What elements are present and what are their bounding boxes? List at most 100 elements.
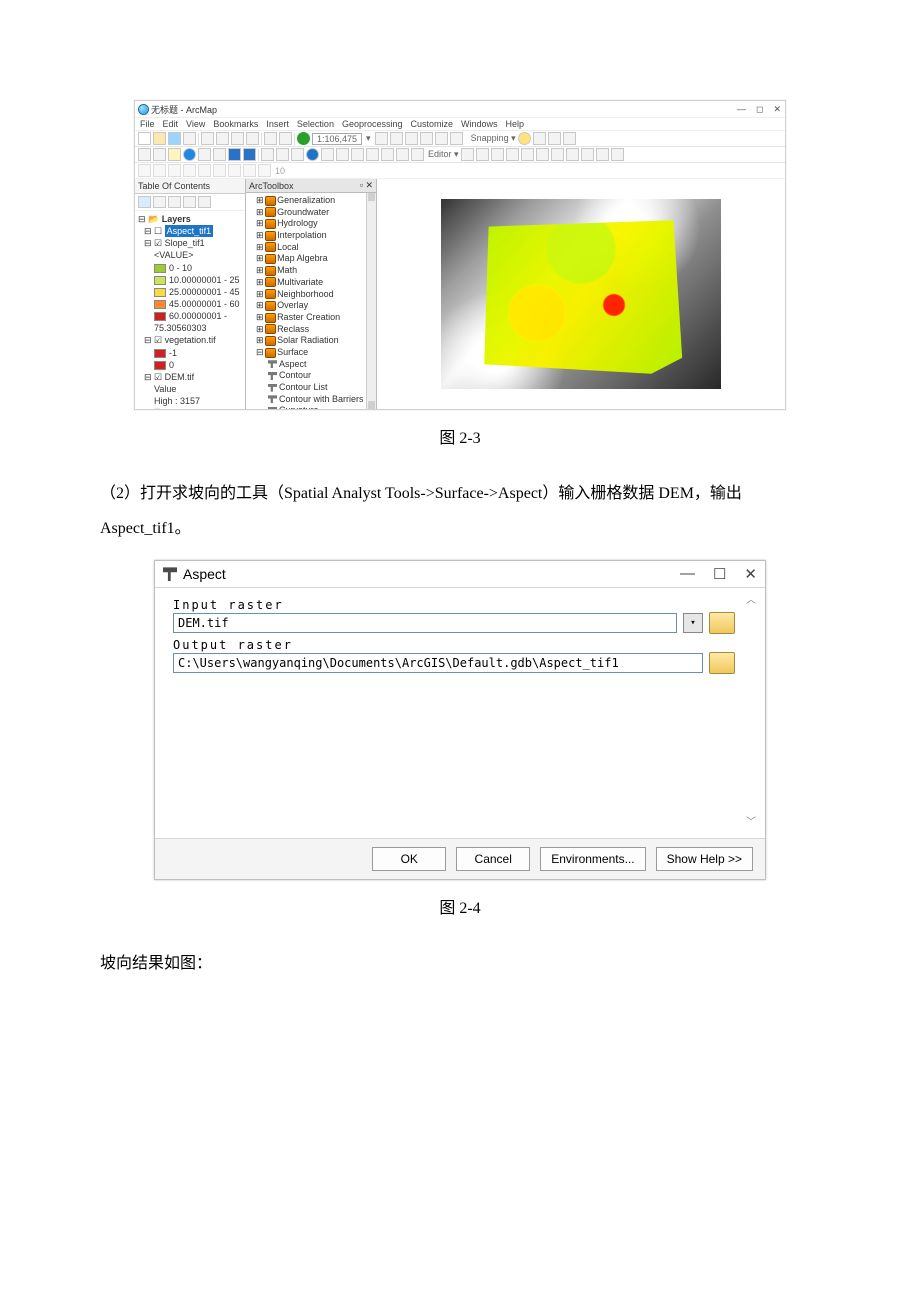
layers-root[interactable]: Layers [162,214,191,224]
html-popup-icon[interactable] [336,148,349,161]
toolset[interactable]: Generalization [277,195,335,205]
layer-vegetation[interactable]: vegetation.tif [165,335,216,345]
menu-selection[interactable]: Selection [296,119,335,129]
select-icon[interactable] [261,148,274,161]
forward-icon[interactable] [243,148,256,161]
goto-xy-icon[interactable] [381,148,394,161]
pointer-icon[interactable] [291,148,304,161]
layer-aspect[interactable]: Aspect_tif1 [165,225,214,237]
menu-edit[interactable]: Edit [162,119,180,129]
cut-icon[interactable] [201,132,214,145]
surface-tool[interactable]: Curvature [279,405,319,409]
identify-icon[interactable] [306,148,319,161]
snap-square-icon[interactable] [533,132,546,145]
environments-button[interactable]: Environments... [540,847,645,871]
zoomin-icon[interactable] [138,148,151,161]
input-raster-field[interactable] [173,613,677,633]
edit-tool-icon[interactable] [461,148,474,161]
scroll-down-icon[interactable]: ﹀ [743,816,759,832]
fixed-zoom-icon[interactable] [198,148,211,161]
edit-tool-icon[interactable] [566,148,579,161]
toolbar-icon[interactable] [258,164,271,177]
back-icon[interactable] [228,148,241,161]
surface-tool[interactable]: Contour [279,370,311,380]
redo-icon[interactable] [279,132,292,145]
maximize-icon[interactable]: ◻ [756,104,763,115]
toolset[interactable]: Local [277,242,299,252]
snap-node-icon[interactable] [548,132,561,145]
toolset[interactable]: Solar Radiation [277,335,339,345]
toolbar-icon[interactable] [390,132,403,145]
ok-button[interactable]: OK [372,847,446,871]
toolset[interactable]: Reclass [277,324,309,334]
pan-icon[interactable] [168,148,181,161]
undo-icon[interactable] [264,132,277,145]
edit-tool-icon[interactable] [506,148,519,161]
options-icon[interactable] [198,196,211,208]
browse-icon[interactable] [709,612,735,634]
toolbar-icon[interactable] [405,132,418,145]
edit-tool-icon[interactable] [491,148,504,161]
toolbar-icon[interactable] [168,164,181,177]
toolbar-icon[interactable] [183,164,196,177]
map-canvas[interactable] [377,179,785,409]
layer-slope[interactable]: Slope_tif1 [165,238,205,248]
edit-tool-icon[interactable] [536,148,549,161]
edit-tool-icon[interactable] [611,148,624,161]
zoomout-icon[interactable] [153,148,166,161]
time-slider-icon[interactable] [396,148,409,161]
snap-edge-icon[interactable] [563,132,576,145]
menu-insert[interactable]: Insert [265,119,290,129]
layer-dem[interactable]: DEM.tif [165,372,195,382]
panel-dock-icon[interactable]: ▫ ✕ [360,180,373,191]
save-icon[interactable] [168,132,181,145]
surface-tool[interactable]: Aspect [279,359,307,369]
hyperlink-icon[interactable] [321,148,334,161]
toolbar-icon[interactable] [450,132,463,145]
toolbar-icon[interactable] [435,132,448,145]
toolbar-icon[interactable] [153,164,166,177]
measure-icon[interactable] [351,148,364,161]
editor-toolbar-icon[interactable] [375,132,388,145]
toolset[interactable]: Multivariate [277,277,323,287]
viewer-icon[interactable] [411,148,424,161]
menu-view[interactable]: View [185,119,206,129]
dropdown-icon[interactable]: ▾ [683,613,703,633]
editor-label[interactable]: Editor ▾ [428,149,459,160]
toolset[interactable]: Math [277,265,297,275]
add-data-icon[interactable] [297,132,310,145]
scrollbar[interactable] [366,193,376,409]
list-by-selection-icon[interactable] [183,196,196,208]
toolset[interactable]: Interpolation [277,230,327,240]
toolset[interactable]: Raster Creation [277,312,340,322]
snap-circle-icon[interactable] [518,132,531,145]
toolset[interactable]: Hydrology [277,218,318,228]
list-by-visibility-icon[interactable] [168,196,181,208]
paste-icon[interactable] [231,132,244,145]
find-icon[interactable] [366,148,379,161]
fixed-zoom-icon[interactable] [213,148,226,161]
open-icon[interactable] [153,132,166,145]
close-icon[interactable]: ✕ [773,104,781,115]
edit-tool-icon[interactable] [521,148,534,161]
toolbar-icon[interactable] [138,164,151,177]
snapping-label[interactable]: Snapping ▾ [471,133,516,144]
toolset[interactable]: Map Algebra [277,253,328,263]
toc-tree[interactable]: ⊟ 📂 Layers ⊟ ☐ Aspect_tif1 ⊟ ☑ Slope_tif… [135,211,245,409]
menu-windows[interactable]: Windows [460,119,499,129]
delete-icon[interactable] [246,132,259,145]
clear-select-icon[interactable] [276,148,289,161]
new-icon[interactable] [138,132,151,145]
toolbar-icon[interactable] [228,164,241,177]
scroll-up-icon[interactable]: ︿ [743,594,759,610]
toolset[interactable]: Groundwater [277,207,329,217]
edit-tool-icon[interactable] [596,148,609,161]
toolset-surface[interactable]: Surface [277,347,308,357]
menu-customize[interactable]: Customize [410,119,455,129]
toolbar-icon[interactable] [420,132,433,145]
close-icon[interactable]: ✕ [744,565,757,583]
edit-tool-icon[interactable] [551,148,564,161]
menu-file[interactable]: File [139,119,156,129]
toolbar-icon[interactable] [198,164,211,177]
list-by-drawing-icon[interactable] [138,196,151,208]
